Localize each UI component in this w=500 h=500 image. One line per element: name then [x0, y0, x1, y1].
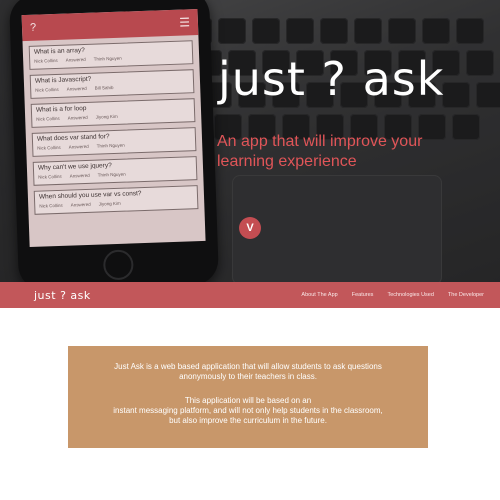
question-answerer: Thinh Nguyen: [93, 55, 122, 62]
question-status: Answered: [70, 201, 91, 208]
about-text: anonymously to their teachers in class.: [179, 372, 317, 381]
question-card: When should you use var vs const? Nick C…: [33, 185, 199, 215]
about-section: Just Ask is a web based application that…: [68, 346, 428, 448]
phone-screen: ? ☰ What is an array? Nick Collins Answe…: [21, 9, 206, 248]
question-author: Nick Collins: [37, 144, 61, 151]
question-author: Nick Collins: [34, 57, 58, 64]
question-answerer: Thinh Nguyen: [97, 171, 126, 178]
question-status: Answered: [69, 172, 90, 179]
nav-link-technologies[interactable]: Technologies Used: [387, 292, 433, 298]
hero-title: just ? ask: [218, 52, 445, 106]
question-status: Answered: [67, 114, 88, 121]
scroll-down-button[interactable]: V: [239, 217, 261, 239]
question-answerer: Jiyong Kim: [98, 200, 121, 207]
about-text: Just Ask is a web based application that…: [114, 362, 382, 371]
phone-mockup: ? ☰ What is an array? Nick Collins Answe…: [8, 0, 220, 282]
question-author: Nick Collins: [39, 202, 63, 209]
phone-home-button: [102, 249, 134, 281]
navbar: just ? ask About The App Features Techno…: [0, 282, 500, 308]
menu-icon: ☰: [178, 15, 191, 30]
nav-links: About The App Features Technologies Used…: [301, 292, 484, 298]
nav-link-features[interactable]: Features: [352, 292, 374, 298]
question-status: Answered: [66, 85, 87, 92]
question-card: What is an array? Nick Collins Answered …: [28, 40, 194, 70]
nav-link-developer[interactable]: The Developer: [448, 292, 484, 298]
question-author: Nick Collins: [35, 86, 59, 93]
question-card: What does var stand for? Nick Collins An…: [31, 127, 197, 157]
question-status: Answered: [68, 143, 89, 150]
phone-app-logo: ?: [29, 21, 37, 34]
question-card: Why can't we use jquery? Nick Collins An…: [32, 156, 198, 186]
about-text: instant messaging platform, and will not…: [113, 406, 383, 415]
question-status: Answered: [65, 56, 86, 63]
question-card: What is a for loop Nick Collins Answered…: [30, 98, 196, 128]
hero-subtitle: An app that will improve your learning e…: [217, 133, 423, 170]
about-text: but also improve the curriculum in the f…: [169, 416, 327, 425]
question-author: Nick Collins: [38, 173, 62, 180]
question-card: What is Javascript? Nick Collins Answere…: [29, 69, 195, 99]
question-author: Nick Collins: [36, 115, 60, 122]
question-answerer: Thinh Nguyen: [96, 142, 125, 149]
hero-section: ? ☰ What is an array? Nick Collins Answe…: [0, 0, 500, 282]
nav-link-about[interactable]: About The App: [301, 292, 337, 298]
about-text: This application will be based on an: [184, 396, 312, 405]
phone-app-bar: ? ☰: [21, 9, 199, 42]
brand-logo[interactable]: just ? ask: [34, 289, 91, 302]
question-answerer: Jiyong Kim: [95, 113, 118, 120]
question-answerer: Bill Sahib: [94, 84, 114, 91]
